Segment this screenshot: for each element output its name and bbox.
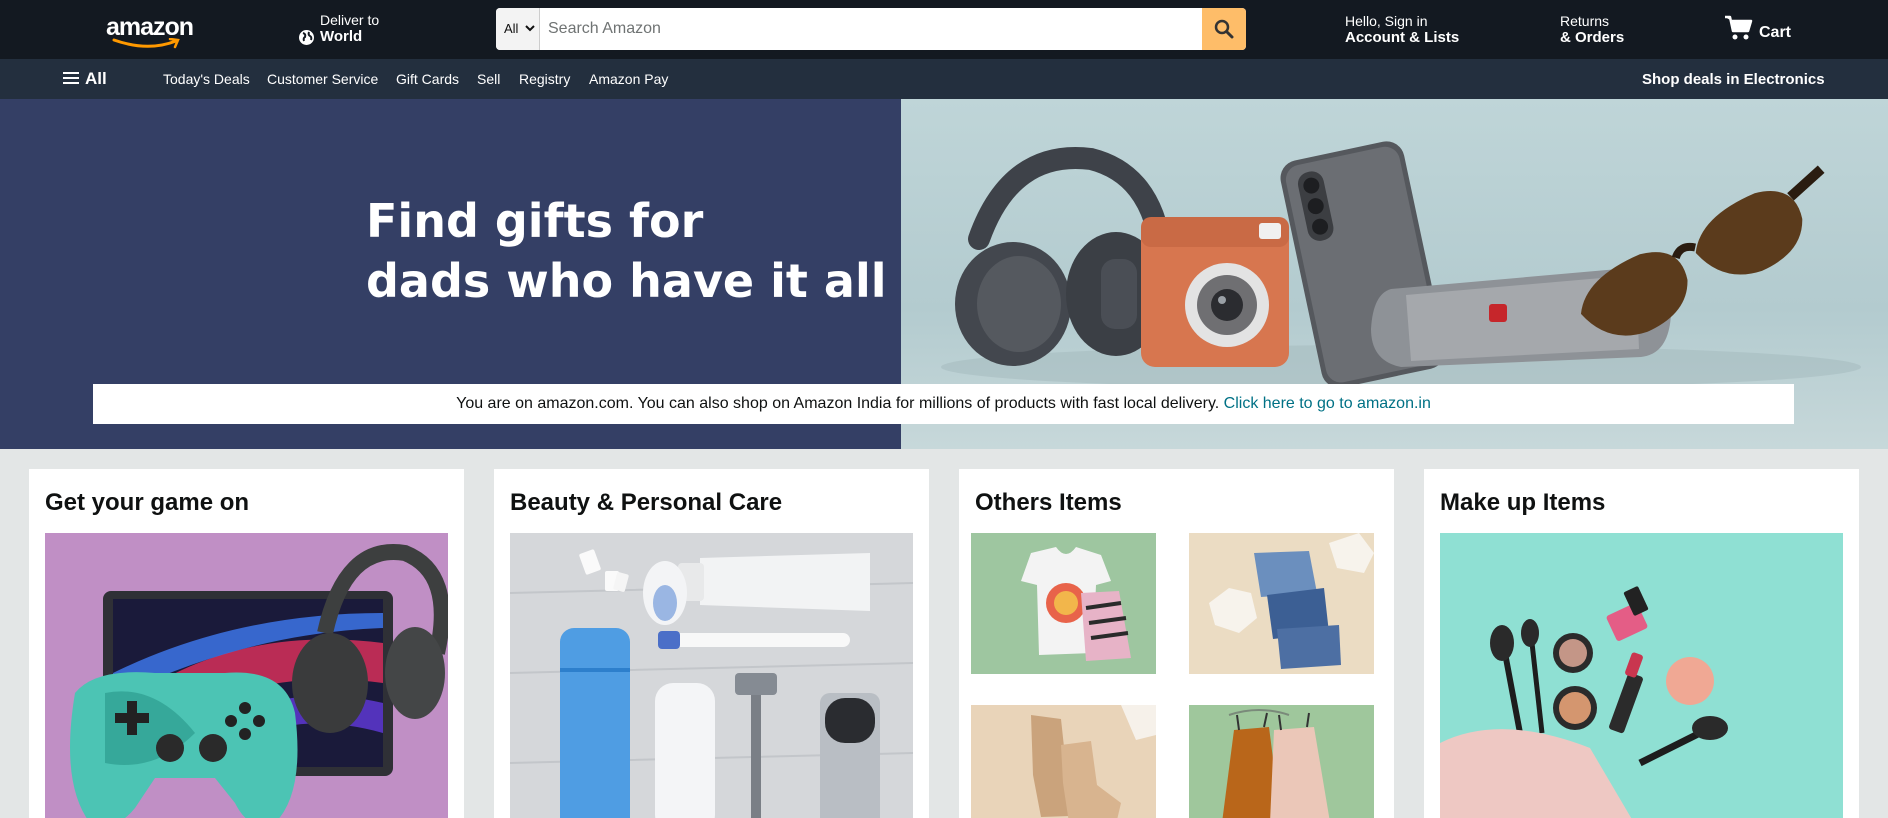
nav-link-amazon-pay[interactable]: Amazon Pay xyxy=(589,71,668,87)
tile-folded-jeans[interactable] xyxy=(1189,533,1374,674)
all-menu-label: All xyxy=(85,69,107,88)
nav-link-todays-deals[interactable]: Today's Deals xyxy=(163,71,250,87)
search-category-select[interactable]: All xyxy=(496,8,540,50)
logo-text: amazon xyxy=(106,13,194,41)
hamburger-menu-icon xyxy=(63,72,79,84)
card-title[interactable]: Beauty & Personal Care xyxy=(510,489,782,517)
tile-silk-camisoles[interactable] xyxy=(1189,705,1374,818)
account-menu[interactable]: Hello, Sign in Account & Lists xyxy=(1345,13,1459,47)
logo-smile-icon xyxy=(112,38,180,49)
promo-link-electronics[interactable]: Shop deals in Electronics xyxy=(1642,71,1825,88)
hero-banner[interactable]: Find gifts for dads who have it all You … xyxy=(0,99,1888,449)
search-bar: All xyxy=(496,8,1246,50)
card-makeup-items: Make up Items xyxy=(1424,469,1859,818)
chevron-down-icon xyxy=(525,25,535,32)
nav-link-registry[interactable]: Registry xyxy=(519,71,570,87)
card-image-gaming[interactable] xyxy=(45,533,448,818)
graphic-tee-illustration xyxy=(971,533,1156,674)
account-greeting: Hello, Sign in xyxy=(1345,13,1428,29)
hero-headline-line1: Find gifts for xyxy=(366,194,704,248)
amazon-logo[interactable]: amazon xyxy=(106,13,194,49)
gaming-gear-illustration xyxy=(45,533,448,818)
card-game: Get your game on xyxy=(29,469,464,818)
deliver-label: Deliver to xyxy=(320,12,380,28)
top-header: amazon Deliver to World All Hello, Sign … xyxy=(0,0,1888,59)
makeup-illustration xyxy=(1440,533,1843,818)
nav-link-gift-cards[interactable]: Gift Cards xyxy=(396,71,459,87)
cart-label: Cart xyxy=(1759,24,1792,41)
go-to-amazon-in-link[interactable]: Click here to go to amazon.in xyxy=(1224,395,1431,412)
card-beauty-personal-care: Beauty & Personal Care xyxy=(494,469,929,818)
orders-label: & Orders xyxy=(1560,29,1625,46)
globe-icon xyxy=(299,30,314,45)
card-other-items: Others Items xyxy=(959,469,1394,818)
cart-icon xyxy=(1725,15,1753,40)
tile-ankle-boots[interactable] xyxy=(971,705,1156,818)
region-notice-banner: You are on amazon.com. You can also shop… xyxy=(93,384,1794,424)
search-icon xyxy=(1214,19,1234,39)
sub-navigation: All Today's Deals Customer Service Gift … xyxy=(0,59,1888,99)
silk-camisoles-illustration xyxy=(1189,705,1374,818)
returns-label: Returns xyxy=(1560,13,1610,29)
search-input[interactable] xyxy=(540,8,1198,50)
tile-graphic-tee[interactable] xyxy=(971,533,1156,674)
deliver-location: World xyxy=(320,28,363,45)
hero-headline: Find gifts for dads who have it all xyxy=(366,191,887,311)
card-title[interactable]: Get your game on xyxy=(45,489,249,517)
account-label: Account & Lists xyxy=(1345,29,1460,46)
nav-link-customer-service[interactable]: Customer Service xyxy=(267,71,378,87)
region-notice-text: You are on amazon.com. You can also shop… xyxy=(456,395,1224,412)
card-image-personal-care[interactable] xyxy=(510,533,913,818)
personal-care-illustration xyxy=(510,533,913,818)
card-image-makeup[interactable] xyxy=(1440,533,1843,818)
hero-headline-line2: dads who have it all xyxy=(366,254,887,308)
search-button[interactable] xyxy=(1202,8,1246,50)
card-title[interactable]: Make up Items xyxy=(1440,489,1605,517)
returns-orders[interactable]: Returns & Orders xyxy=(1560,13,1624,47)
nav-link-sell[interactable]: Sell xyxy=(477,71,500,87)
search-category-value: All xyxy=(504,21,519,36)
folded-jeans-illustration xyxy=(1189,533,1374,674)
card-title[interactable]: Others Items xyxy=(975,489,1122,517)
ankle-boots-illustration xyxy=(971,705,1156,818)
